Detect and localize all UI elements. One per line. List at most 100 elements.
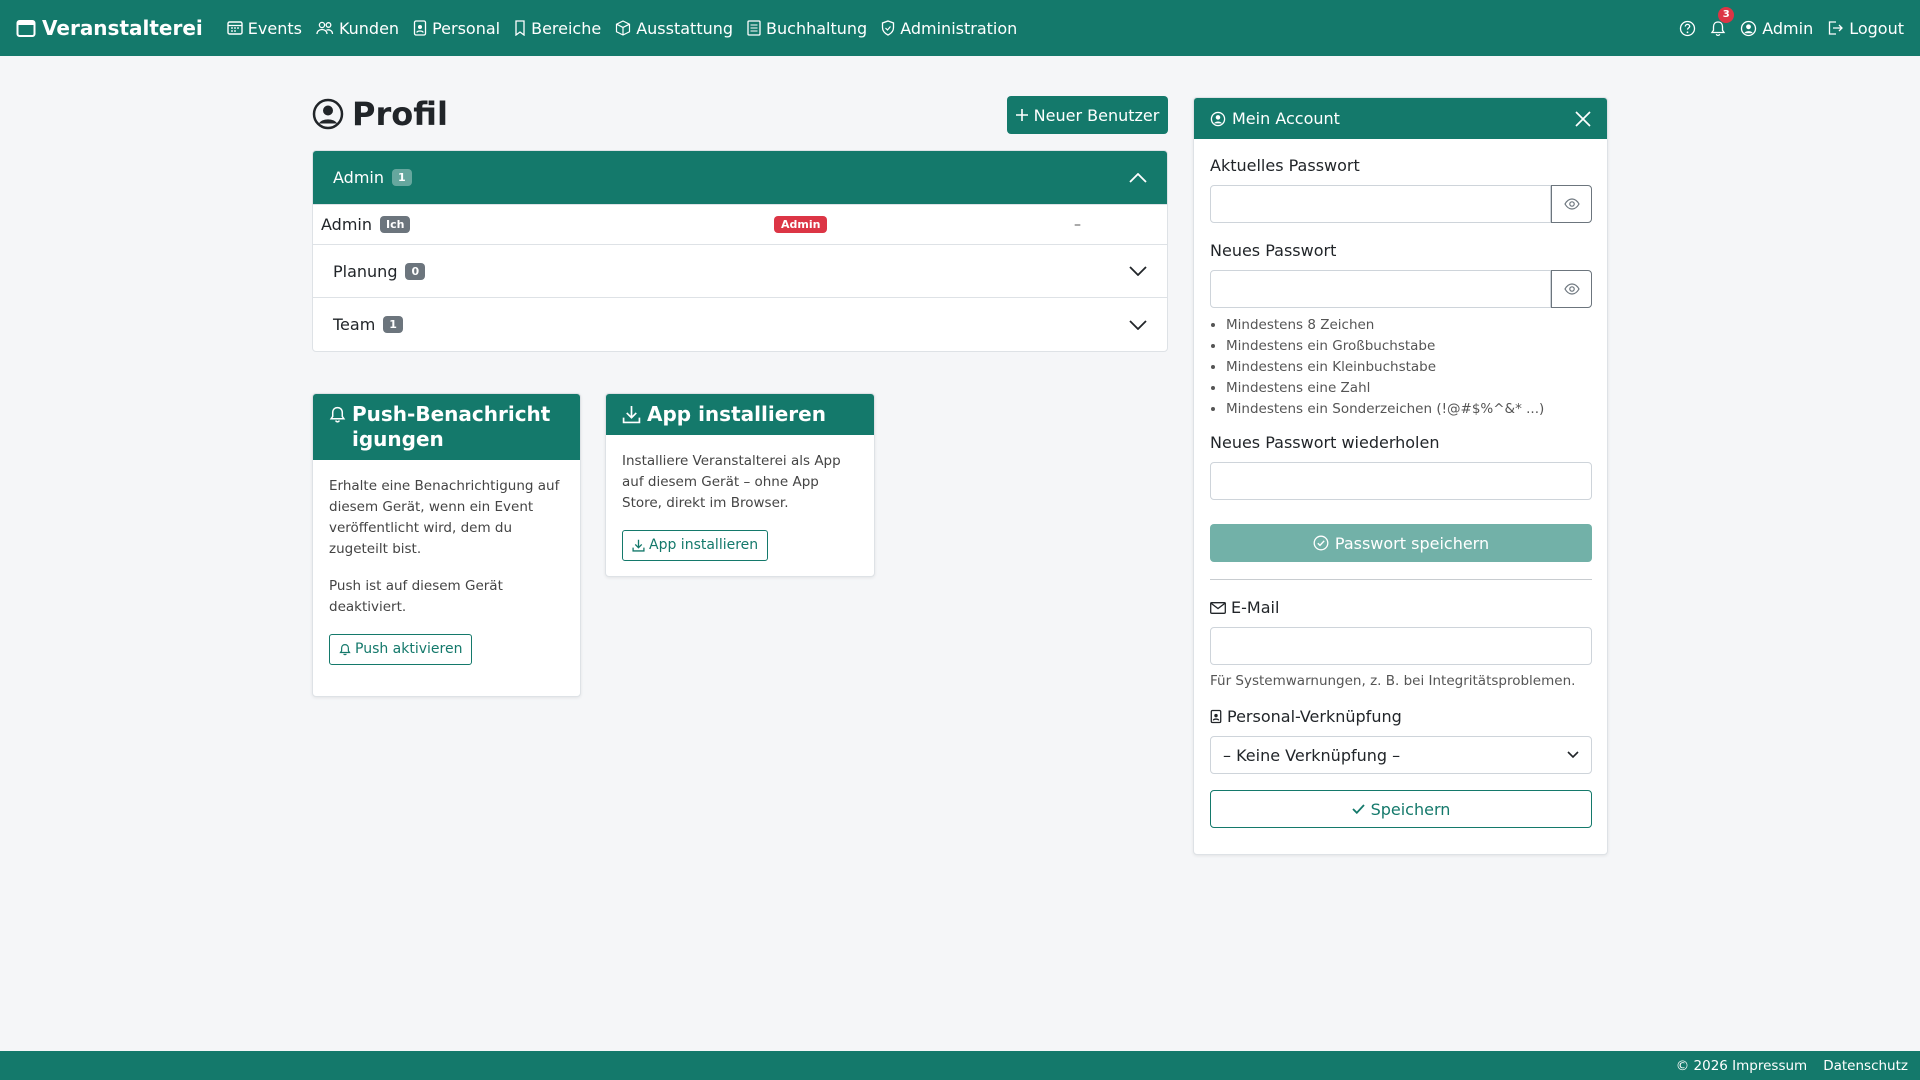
box-icon xyxy=(615,20,631,36)
install-app-label: App installieren xyxy=(649,537,759,553)
save-label: Speichern xyxy=(1370,799,1451,819)
nav-label: Administration xyxy=(900,18,1018,38)
repeat-password-label: Neues Passwort wiederholen xyxy=(1210,433,1440,452)
new-user-label: Neuer Benutzer xyxy=(1033,105,1160,125)
toggle-current-password-button[interactable] xyxy=(1551,185,1592,223)
panel-title: Mein Account xyxy=(1232,109,1340,128)
new-password-input[interactable] xyxy=(1210,270,1551,308)
nav-label: Kunden xyxy=(338,18,400,38)
nav-personal[interactable]: Personal xyxy=(413,19,500,38)
push-card-title: Push-Benachrichtigungen xyxy=(352,402,551,451)
new-user-button[interactable]: Neuer Benutzer xyxy=(1007,96,1168,134)
bell-icon xyxy=(339,643,351,656)
email-input[interactable] xyxy=(1210,627,1592,665)
group-name: Admin xyxy=(333,168,384,187)
app-card-header: App installieren xyxy=(606,394,874,435)
nav-kunden[interactable]: Kunden xyxy=(316,19,399,38)
personal-link-selected: – Keine Verknüpfung – xyxy=(1223,745,1401,765)
new-password-label: Neues Passwort xyxy=(1210,241,1337,260)
group-name: Planung xyxy=(333,261,398,281)
save-password-label: Passwort speichern xyxy=(1334,533,1490,553)
chevron-down-icon xyxy=(1129,319,1147,330)
page-title: Profil xyxy=(312,95,448,133)
password-rules-list: Mindestens 8 Zeichen Mindestens ein Groß… xyxy=(1210,315,1591,420)
tag-icon xyxy=(514,20,526,36)
accordion-header-team[interactable]: Team 1 xyxy=(313,298,1167,351)
email-label-text: E-Mail xyxy=(1231,598,1280,617)
user-row[interactable]: Admin Ich Admin – xyxy=(313,205,1167,245)
group-count-badge: 0 xyxy=(405,262,426,280)
push-activate-button[interactable]: Push aktivieren xyxy=(329,634,473,665)
check-icon xyxy=(1351,804,1365,814)
envelope-icon xyxy=(1210,601,1226,614)
role-badge: Admin xyxy=(774,216,828,233)
person-circle-icon xyxy=(1210,111,1226,127)
logout-link[interactable]: Logout xyxy=(1827,19,1904,38)
nav-bereiche[interactable]: Bereiche xyxy=(514,19,601,38)
ledger-icon xyxy=(747,20,761,36)
push-status: Push ist auf diesem Gerät deaktiviert. xyxy=(329,578,503,615)
username: Admin xyxy=(321,215,372,234)
close-icon[interactable] xyxy=(1575,110,1591,127)
help-icon[interactable] xyxy=(1679,20,1696,37)
email-label: E-Mail xyxy=(1210,598,1591,617)
nav-label: Ausstattung xyxy=(636,18,734,38)
shield-icon xyxy=(881,20,895,36)
download-icon xyxy=(632,539,645,552)
divider xyxy=(1210,579,1592,580)
notification-count-badge: 3 xyxy=(1718,6,1735,23)
password-rule: Mindestens eine Zahl xyxy=(1226,378,1591,399)
personal-link-label: Personal-Verknüpfung xyxy=(1210,707,1591,726)
install-app-button[interactable]: App installieren xyxy=(622,530,769,561)
nav-administration[interactable]: Administration xyxy=(881,19,1017,38)
people-icon xyxy=(316,20,334,36)
nav-buchhaltung[interactable]: Buchhaltung xyxy=(747,19,867,38)
password-rule: Mindestens ein Sonderzeichen (!@#$%^&* .… xyxy=(1226,399,1591,420)
nav-label: Buchhaltung xyxy=(766,18,868,38)
group-name: Team xyxy=(333,315,376,334)
nav-events[interactable]: Events xyxy=(227,19,302,38)
install-app-card: App installieren Installiere Veranstalte… xyxy=(605,393,875,577)
nav-ausstattung[interactable]: Ausstattung xyxy=(615,19,733,38)
user-groups-accordion: Admin 1 Admin Ich Admin – Planung 0 Team… xyxy=(312,150,1168,352)
email-help-text: Für Systemwarnungen, z. B. bei Integritä… xyxy=(1210,673,1576,689)
app-card-title: App installieren xyxy=(647,402,826,426)
calendar-icon xyxy=(16,18,36,38)
toggle-new-password-button[interactable] xyxy=(1551,270,1592,308)
current-password-label: Aktuelles Passwort xyxy=(1210,156,1360,175)
save-button[interactable]: Speichern xyxy=(1210,790,1592,828)
new-password-group xyxy=(1210,270,1592,308)
page-title-text: Profil xyxy=(352,95,448,133)
plus-icon xyxy=(1015,109,1028,121)
nav-label: Personal xyxy=(432,18,501,38)
current-password-input[interactable] xyxy=(1210,185,1551,223)
nav-label: Events xyxy=(247,18,302,38)
brand-link[interactable]: Veranstalterei xyxy=(16,16,203,40)
download-icon xyxy=(622,402,641,427)
person-circle-icon xyxy=(312,98,344,130)
password-rule: Mindestens ein Kleinbuchstabe xyxy=(1226,357,1591,378)
save-password-button[interactable]: Passwort speichern xyxy=(1210,524,1592,562)
push-notifications-card: Push-Benachrichtigungen Erhalte eine Ben… xyxy=(312,393,581,697)
repeat-password-input[interactable] xyxy=(1210,462,1592,500)
accordion-header-admin[interactable]: Admin 1 xyxy=(313,151,1167,205)
chevron-down-icon xyxy=(1129,266,1147,276)
impressum-link[interactable]: © 2026 Impressum xyxy=(1676,1058,1807,1074)
personal-link-select[interactable]: – Keine Verknüpfung – xyxy=(1210,736,1592,774)
notifications-button[interactable]: 3 xyxy=(1710,6,1735,37)
my-account-panel: Mein Account Aktuelles Passwort Neues Pa… xyxy=(1193,97,1608,855)
panel-header: Mein Account xyxy=(1194,98,1607,139)
me-badge: Ich xyxy=(380,216,411,233)
accordion-header-planung[interactable]: Planung 0 xyxy=(313,245,1167,298)
group-count-badge: 1 xyxy=(392,169,412,186)
password-rule: Mindestens ein Großbuchstabe xyxy=(1226,336,1591,357)
group-count-badge: 1 xyxy=(383,316,403,333)
footer: © 2026 Impressum Datenschutz xyxy=(0,1051,1920,1080)
check-circle-icon xyxy=(1313,535,1329,551)
personal-link-label-text: Personal-Verknüpfung xyxy=(1227,707,1402,726)
bell-icon xyxy=(329,402,346,452)
id-badge-icon xyxy=(413,20,427,36)
push-card-header: Push-Benachrichtigungen xyxy=(313,394,580,460)
privacy-link[interactable]: Datenschutz xyxy=(1823,1058,1908,1074)
user-menu[interactable]: Admin xyxy=(1740,19,1813,38)
